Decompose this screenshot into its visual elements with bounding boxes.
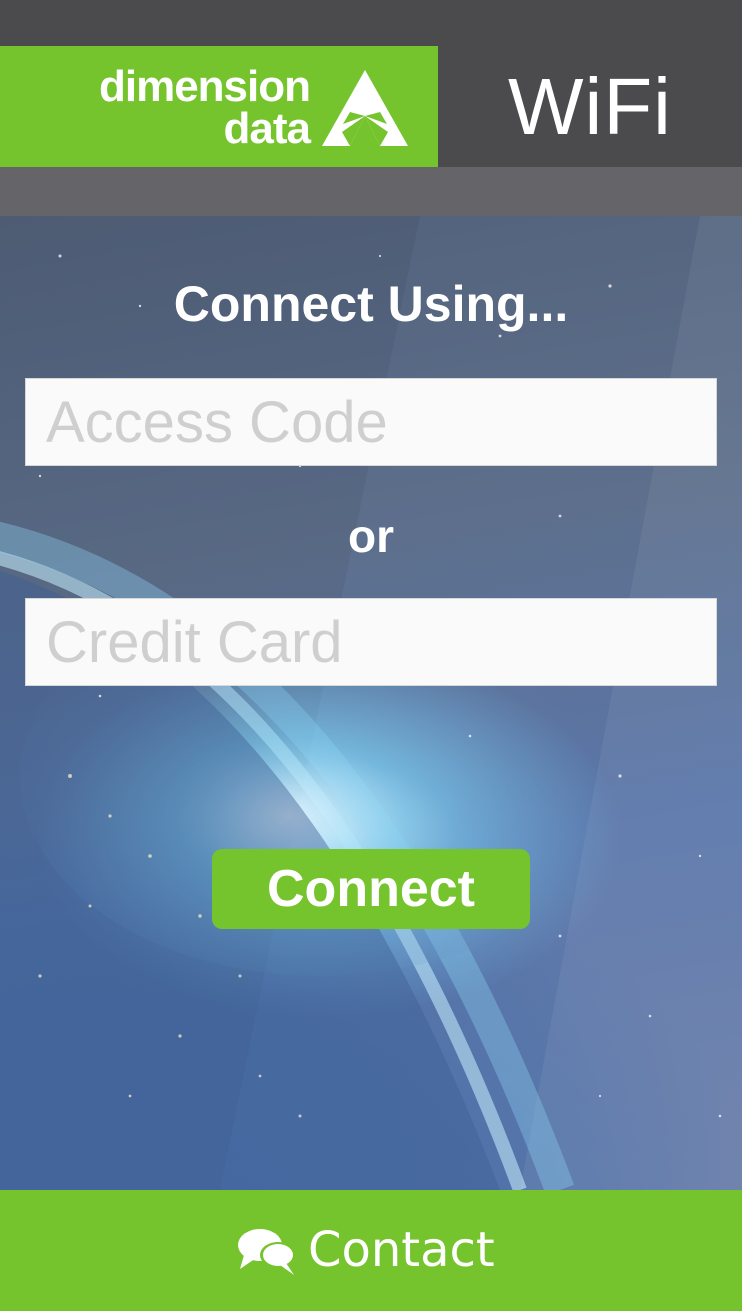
or-separator: or bbox=[348, 510, 394, 562]
brand-wordmark: dimension data bbox=[98, 62, 311, 153]
contact-footer-button[interactable]: Contact bbox=[0, 1190, 742, 1311]
earth-background-image bbox=[0, 216, 742, 1190]
contact-link[interactable]: Contact bbox=[236, 1190, 495, 1311]
dimension-data-logo-icon bbox=[322, 70, 408, 146]
brand-line-1: dimension bbox=[98, 62, 311, 111]
connect-heading: Connect Using... bbox=[173, 276, 569, 332]
credit-card-input[interactable] bbox=[25, 598, 717, 686]
header: dimension data WiFi bbox=[0, 46, 742, 167]
login-panel: Connect Using... or Connect bbox=[0, 216, 742, 1190]
header-divider-bar bbox=[0, 167, 742, 216]
top-status-bar bbox=[0, 0, 742, 46]
contact-label: Contact bbox=[308, 1222, 495, 1278]
access-code-input[interactable] bbox=[25, 378, 717, 466]
page-title: WiFi bbox=[508, 62, 672, 151]
brand-line-2: data bbox=[223, 104, 311, 153]
brand-logo: dimension data bbox=[0, 46, 438, 167]
connect-button[interactable]: Connect bbox=[212, 849, 530, 929]
chat-bubbles-icon bbox=[238, 1228, 296, 1275]
